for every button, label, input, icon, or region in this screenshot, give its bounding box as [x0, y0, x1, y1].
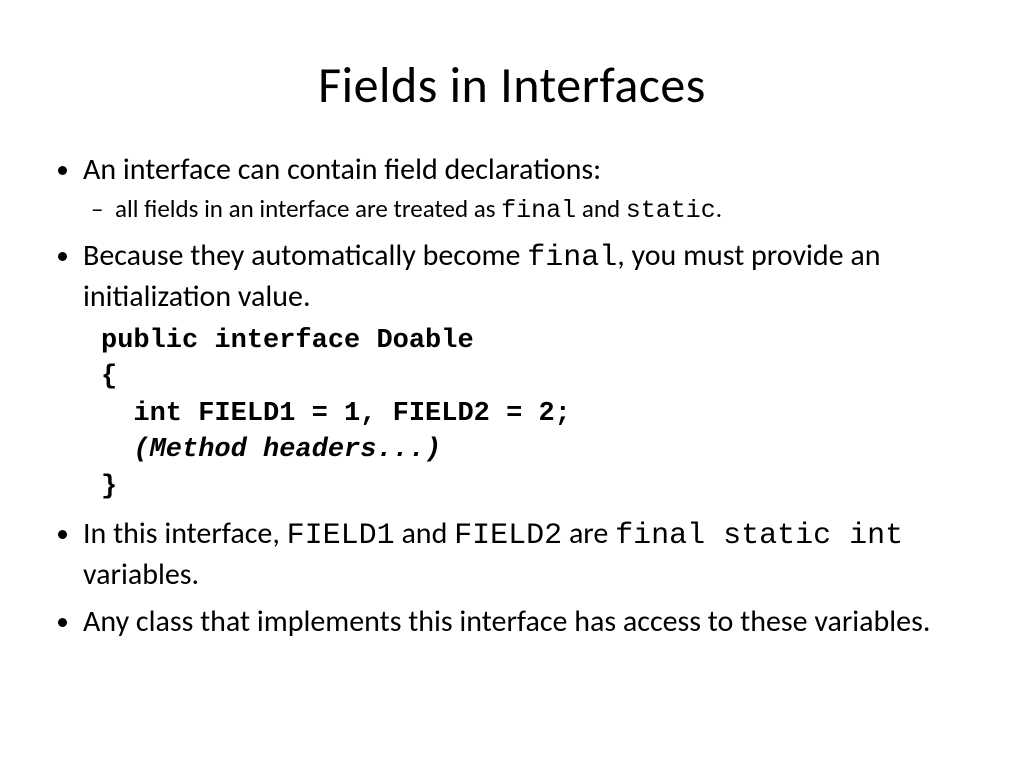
code-line-4: (Method headers...)	[101, 435, 441, 465]
bullet-1-sublist: all fields in an interface are treated a…	[83, 193, 969, 228]
b4-text: Any class that implements this interface…	[83, 603, 930, 640]
bullet-1: An interface can contain field declarati…	[83, 151, 969, 227]
slide-title: Fields in Interfaces	[0, 55, 1024, 116]
code-line-5: }	[101, 472, 117, 502]
b3-code-type: final static int	[615, 519, 903, 553]
code-line-2: {	[101, 362, 117, 392]
bullet-1-text: An interface can contain field declarati…	[83, 151, 601, 188]
b3-code-field2: FIELD2	[454, 519, 562, 553]
b1s-end: .	[716, 193, 722, 224]
code-line-3: int FIELD1 = 1, FIELD2 = 2;	[101, 399, 571, 429]
b1s-code-static: static	[626, 196, 716, 225]
b2-pre: Because they automatically become	[83, 237, 527, 274]
b1s-mid: and	[576, 193, 626, 224]
b3-mid2: are	[562, 515, 615, 552]
bullet-3: In this interface, FIELD1 and FIELD2 are…	[83, 515, 969, 593]
b3-code-field1: FIELD1	[287, 519, 395, 553]
b3-post: variables.	[83, 556, 199, 593]
bullet-list: An interface can contain field declarati…	[55, 151, 969, 641]
code-line-1: public interface Doable	[101, 326, 474, 356]
b3-mid1: and	[395, 515, 454, 552]
bullet-4: Any class that implements this interface…	[83, 603, 969, 641]
b3-pre: In this interface,	[83, 515, 287, 552]
bullet-2: Because they automatically become final,…	[83, 237, 969, 505]
b1s-code-final: final	[501, 196, 576, 225]
code-block: public interface Doable { int FIELD1 = 1…	[101, 323, 969, 505]
b1s-pre: all fields in an interface are treated a…	[115, 193, 501, 224]
b2-code-final: final	[527, 241, 617, 275]
slide: Fields in Interfaces An interface can co…	[0, 55, 1024, 768]
bullet-1-sub: all fields in an interface are treated a…	[115, 193, 969, 228]
